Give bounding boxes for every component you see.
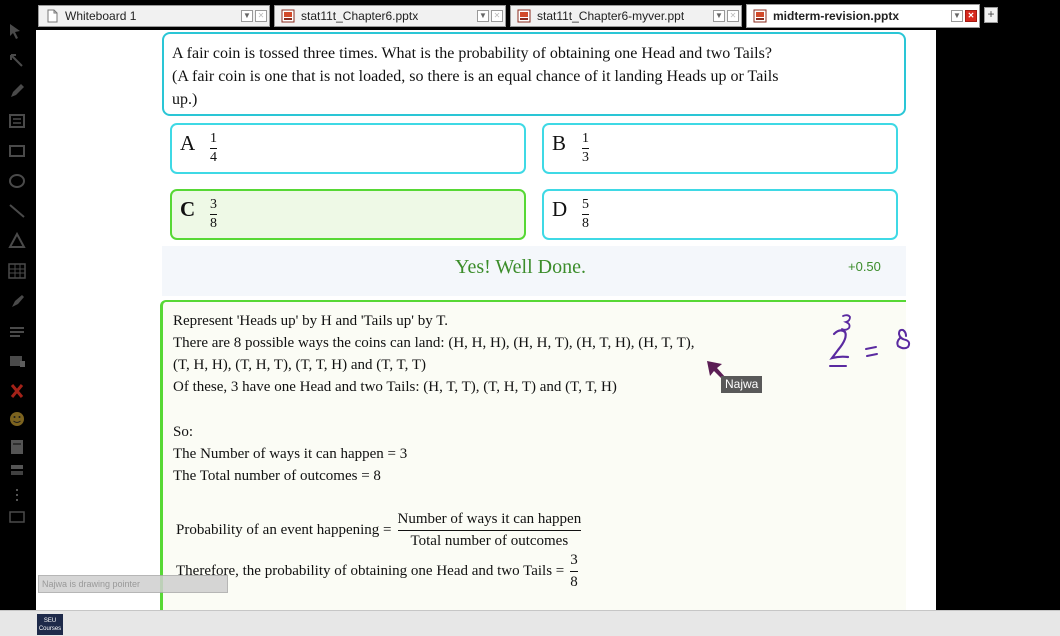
option-b[interactable]: B 1 3 <box>542 123 898 174</box>
tab-label: stat11t_Chapter6-myver.ppt <box>537 9 685 23</box>
option-c[interactable]: C 3 8 <box>170 189 526 240</box>
chevron-down-icon[interactable]: ▼ <box>241 10 253 22</box>
triangle-tool-icon[interactable] <box>7 231 27 250</box>
fraction-denominator: 8 <box>210 216 217 231</box>
formula-numerator: Number of ways it can happen <box>397 511 582 527</box>
option-fraction: 5 8 <box>582 197 589 232</box>
formula-denominator: Total number of outcomes <box>410 533 569 549</box>
ellipse-tool-icon[interactable] <box>7 172 27 190</box>
question-line: (A fair coin is one that is not loaded, … <box>172 68 779 85</box>
presentation-icon <box>281 9 295 23</box>
question-box: A fair coin is tossed three times. What … <box>162 32 906 116</box>
conclusion-fraction: 3 8 <box>570 552 578 591</box>
settings-icon[interactable] <box>7 508 27 526</box>
presentation-icon <box>517 9 531 23</box>
conclusion-text: Therefore, the probability of obtaining … <box>176 563 565 579</box>
probability-formula: Probability of an event happening = Numb… <box>176 511 582 550</box>
option-a[interactable]: A 1 4 <box>170 123 526 174</box>
clipboard-icon[interactable] <box>7 438 27 456</box>
question-line: A fair coin is tossed three times. What … <box>172 45 772 62</box>
drawing-status-note: Najwa is drawing pointer <box>38 575 228 593</box>
stamp-icon[interactable] <box>7 352 27 370</box>
option-fraction: 1 3 <box>582 131 589 166</box>
bottom-bar: SEU Courses <box>0 610 1060 636</box>
explanation-line: So: <box>173 424 194 440</box>
conclusion: Therefore, the probability of obtaining … <box>176 552 578 591</box>
close-icon[interactable]: ✕ <box>491 10 503 22</box>
layers-icon[interactable] <box>7 462 27 480</box>
drawing-toolbar <box>0 18 36 530</box>
explanation-line: Represent 'Heads up' by H and 'Tails up'… <box>173 313 448 329</box>
chevron-down-icon[interactable]: ▼ <box>713 10 725 22</box>
explanation-panel: Represent 'Heads up' by H and 'Tails up'… <box>160 300 906 610</box>
score-badge: +0.50 <box>848 259 881 274</box>
presentation-icon <box>753 9 767 23</box>
option-fraction: 3 8 <box>210 197 217 232</box>
fraction-denominator: 8 <box>582 216 589 231</box>
document-icon <box>45 9 59 23</box>
explanation-line: The Total number of outcomes = 8 <box>173 468 381 484</box>
right-margin <box>936 30 1060 610</box>
conclusion-denominator: 8 <box>570 574 578 590</box>
tab-midterm-revision[interactable]: midterm-revision.pptx ▼ ✕ <box>746 4 980 28</box>
fraction-numerator: 1 <box>210 131 217 146</box>
text-tool-icon[interactable] <box>7 112 27 130</box>
line-tool-icon[interactable] <box>7 202 27 220</box>
explanation-line: Of these, 3 have one Head and two Tails:… <box>173 379 617 395</box>
pointer-tool-icon[interactable] <box>7 22 27 40</box>
tab-label: Whiteboard 1 <box>65 9 137 23</box>
fraction-denominator: 4 <box>210 150 217 165</box>
emoticon-icon[interactable] <box>7 410 27 428</box>
fraction-numerator: 3 <box>210 197 217 212</box>
tab-bar: Whiteboard 1 ▼ ✕ stat11t_Chapter6.pptx ▼… <box>0 0 1060 30</box>
tab-whiteboard-1[interactable]: Whiteboard 1 ▼ ✕ <box>38 5 270 27</box>
move-tool-icon[interactable] <box>7 52 27 70</box>
feedback-message: Yes! Well Done. <box>455 256 586 278</box>
close-icon[interactable]: ✕ <box>255 10 267 22</box>
question-line: up.) <box>172 91 198 108</box>
more-tools-icon[interactable] <box>7 486 27 504</box>
formula-fraction: Number of ways it can happen Total numbe… <box>397 511 582 550</box>
tab-stat11t-chapter6-myver[interactable]: stat11t_Chapter6-myver.ppt ▼ ✕ <box>510 5 742 27</box>
eraser-icon[interactable] <box>7 322 27 340</box>
handwritten-annotation <box>829 314 911 367</box>
seu-logo: SEU Courses <box>37 614 63 635</box>
presentation-slide: A fair coin is tossed three times. What … <box>160 30 936 610</box>
whiteboard-canvas[interactable]: A fair coin is tossed three times. What … <box>36 30 936 610</box>
pencil-icon[interactable] <box>7 82 27 100</box>
pointer-user-label: Najwa <box>721 376 763 393</box>
chevron-down-icon[interactable]: ▼ <box>951 10 963 22</box>
delete-icon[interactable] <box>7 382 27 400</box>
explanation-line: (T, H, H), (T, H, T), (T, T, H) and (T, … <box>173 357 426 373</box>
option-letter: A <box>180 131 196 155</box>
rectangle-tool-icon[interactable] <box>7 142 27 160</box>
tab-label: stat11t_Chapter6.pptx <box>301 9 419 23</box>
close-icon[interactable]: ✕ <box>727 10 739 22</box>
tab-stat11t-chapter6[interactable]: stat11t_Chapter6.pptx ▼ ✕ <box>274 5 506 27</box>
option-d[interactable]: D 5 8 <box>542 189 898 240</box>
add-tab-button[interactable]: + <box>984 7 998 23</box>
option-letter: D <box>552 197 568 221</box>
explanation-line: The Number of ways it can happen = 3 <box>173 446 408 462</box>
formula-lhs: Probability of an event happening = <box>176 522 392 538</box>
highlighter-icon[interactable] <box>7 292 27 310</box>
close-icon[interactable]: ✕ <box>965 10 977 22</box>
option-letter: B <box>552 131 567 155</box>
explanation-line: There are 8 possible ways the coins can … <box>173 335 695 351</box>
table-tool-icon[interactable] <box>7 262 27 280</box>
option-fraction: 1 4 <box>210 131 217 166</box>
fraction-numerator: 5 <box>582 197 589 212</box>
fraction-denominator: 3 <box>582 150 589 165</box>
option-letter: C <box>180 197 196 221</box>
fraction-numerator: 1 <box>582 131 589 146</box>
chevron-down-icon[interactable]: ▼ <box>477 10 489 22</box>
conclusion-numerator: 3 <box>570 552 578 568</box>
tab-label: midterm-revision.pptx <box>773 9 900 23</box>
